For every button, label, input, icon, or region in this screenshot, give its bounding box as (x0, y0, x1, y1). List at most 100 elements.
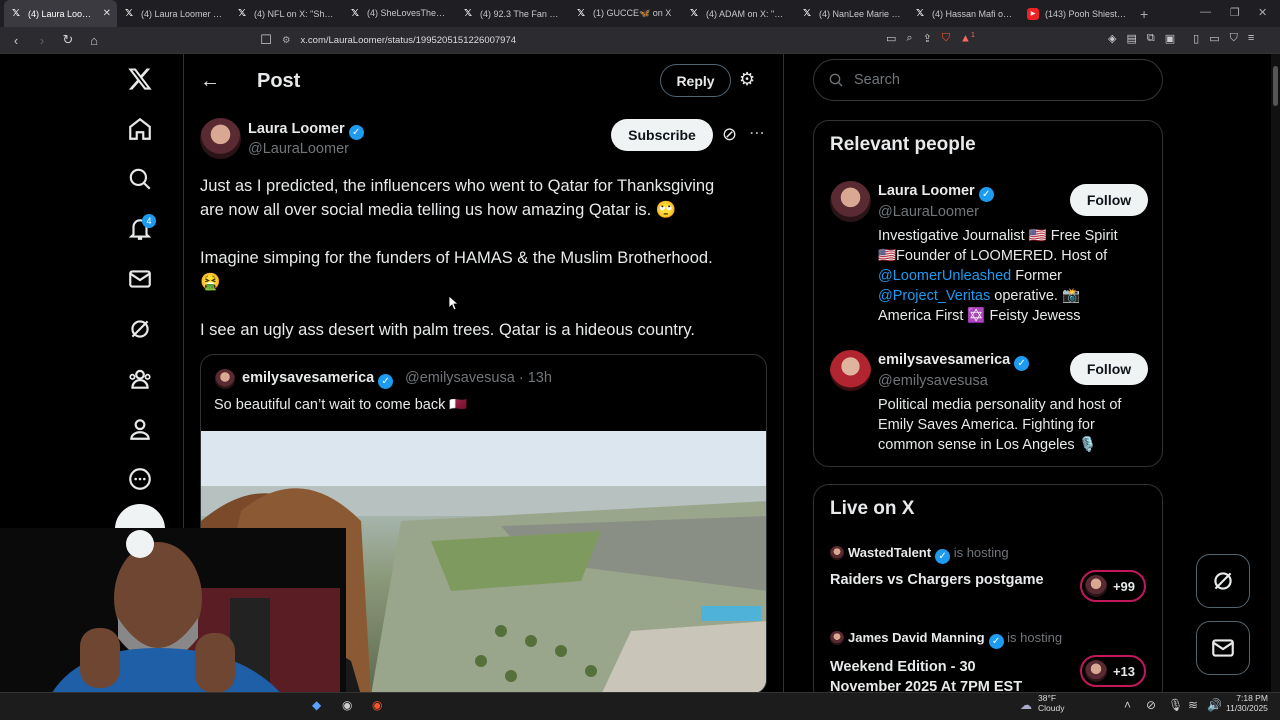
tray-icon[interactable]: ⊘ (1146, 698, 1156, 712)
browser-tab[interactable]: 𝕏 (4) 92.3 The Fan on X: " (456, 0, 569, 27)
system-clock[interactable]: 7:18 PM 11/30/2025 (1226, 693, 1268, 713)
minimize-window-icon[interactable]: — (1200, 6, 1211, 18)
relevant-person[interactable]: Laura Loomer ✓ @LauraLoomer Follow Invest… (830, 181, 1150, 331)
reply-settings-icon[interactable]: ⚙ (739, 69, 755, 90)
follow-button[interactable]: Follow (1070, 353, 1148, 385)
more-options-icon[interactable]: ⋯ (749, 123, 765, 143)
taskbar-app-icon[interactable]: ◆ (312, 698, 321, 712)
reader-icon[interactable]: ▤ (1126, 32, 1136, 45)
communities-icon[interactable] (112, 354, 168, 404)
microphone-icon[interactable]: 🎙 (1168, 698, 1183, 712)
restore-window-icon[interactable]: ❐ (1230, 6, 1240, 19)
taskbar-app-icon[interactable]: ◉ (342, 698, 352, 712)
close-tab-icon[interactable]: ✕ (103, 8, 111, 19)
person-name-text: emilysavesamerica (878, 352, 1011, 368)
host-name: James David Manning (848, 630, 985, 645)
page-scrollbar[interactable] (1271, 54, 1280, 694)
browser-tab[interactable]: 𝕏 (1) GUCCE🦋 on X (569, 0, 682, 27)
listener-count[interactable]: +99 (1080, 570, 1146, 602)
weather-widget[interactable]: 38°F Cloudy (1038, 693, 1064, 713)
back-arrow-icon[interactable]: ← (200, 70, 220, 93)
bio-line: @LoomerUnleashed Former (878, 266, 1150, 286)
site-info-icon[interactable]: ⚙ (282, 35, 291, 46)
browser-tab[interactable]: 𝕏 (4) NanLee Marie Caris (795, 0, 908, 27)
more-icon[interactable] (112, 454, 168, 504)
subscribe-button[interactable]: Subscribe (611, 119, 713, 151)
post-header: ← Post Reply ⚙ (184, 54, 783, 108)
browser-tab[interactable]: 𝕏 (4) Laura Loomer on X ✕ (4, 0, 117, 27)
scrollbar-thumb[interactable] (1273, 66, 1278, 106)
person-avatar[interactable] (830, 350, 871, 391)
profile-icon[interactable] (112, 404, 168, 454)
bookmark-icon[interactable]: ☐ (256, 32, 276, 48)
browser-tab[interactable]: 𝕏 (4) SheLovesThee 🔔 on (343, 0, 456, 27)
share-icon[interactable]: ⇪ (923, 32, 932, 45)
brave-taskbar-icon[interactable]: ◉ (372, 698, 382, 712)
live-host[interactable]: James David Manning ✓ is hosting (830, 630, 1062, 649)
live-title-line: Weekend Edition - 30 (830, 659, 976, 675)
author-avatar[interactable] (200, 118, 241, 159)
browser-tab[interactable]: 𝕏 (4) ADAM on X: "And th (682, 0, 795, 27)
mention-link[interactable]: @Project_Veritas (878, 288, 990, 304)
brave-rewards-icon[interactable]: ▲1 (960, 32, 975, 45)
quoted-author-handle: @emilysavesusa · 13h (405, 370, 552, 386)
explore-icon[interactable] (112, 154, 168, 204)
tab-title: (4) ADAM on X: "And th (706, 8, 789, 19)
left-navigation: 4 (112, 54, 170, 554)
reload-icon[interactable]: ↻ (58, 32, 78, 48)
host-avatar (830, 546, 844, 560)
live-host[interactable]: WastedTalent ✓ is hosting (830, 545, 1009, 564)
back-nav-icon[interactable]: ‹ (6, 33, 26, 48)
volume-icon[interactable]: 🔊 (1207, 698, 1222, 712)
relevant-person[interactable]: emilysavesamerica ✓ @emilysavesusa Follow… (830, 350, 1150, 460)
tray-expand-icon[interactable]: ˄ (1124, 698, 1131, 712)
bio-line: 🇺🇸Founder of LOOMERED. Host of (878, 248, 1108, 264)
puzzle-icon[interactable]: ⧉ (1147, 32, 1155, 45)
live-space-title[interactable]: Raiders vs Chargers postgame (830, 572, 1044, 588)
new-tab-button[interactable]: + (1140, 6, 1148, 22)
wifi-icon[interactable]: ≋ (1188, 698, 1198, 712)
browser-tab[interactable]: 𝕏 (4) NFL on X: "Shedeur (230, 0, 343, 27)
brave-shield-icon[interactable]: ⛉ (942, 32, 950, 45)
address-bar[interactable]: ⚙ x.com/LauraLoomer/status/1995205151226… (282, 31, 842, 50)
grok-explain-icon[interactable]: ⊘ (722, 124, 737, 145)
x-logo-icon[interactable] (112, 54, 168, 104)
browser-tab[interactable]: 𝕏 (4) Laura Loomer on X: "Jus (117, 0, 230, 27)
forward-nav-icon[interactable]: › (32, 33, 52, 48)
extensions-icon[interactable]: ◈ (1108, 32, 1116, 45)
reply-button[interactable]: Reply (660, 64, 731, 97)
notifications-icon[interactable]: 4 (112, 204, 168, 254)
sidebar-toggle-icon[interactable]: ▯ (1193, 32, 1199, 45)
person-avatar[interactable] (830, 181, 871, 222)
menu-icon[interactable]: ≡ (1248, 32, 1254, 45)
search-input[interactable]: Search (813, 59, 1163, 101)
browser-tab[interactable]: ▶ (143) Pooh Shiesty - D (1021, 0, 1134, 27)
listener-count[interactable]: +13 (1080, 655, 1146, 687)
wallet-icon[interactable]: ▭ (1209, 32, 1219, 45)
verified-badge-icon: ✓ (1014, 356, 1030, 371)
grok-icon[interactable] (112, 304, 168, 354)
cast-icon[interactable]: ▭ (886, 32, 896, 45)
host-name: WastedTalent (848, 545, 932, 560)
author-handle[interactable]: @LauraLoomer (248, 141, 349, 157)
live-space-title[interactable]: Weekend Edition - 30 November 2025 At 7PM… (830, 657, 1022, 697)
quoted-author-name: emilysavesamerica ✓ (242, 370, 394, 389)
author-name[interactable]: Laura Loomer ✓ (248, 121, 364, 140)
browser-tab[interactable]: 𝕏 (4) Hassan Mafi on X (908, 0, 1021, 27)
browser-toolbar: ‹ › ↻ ⌂ ☐ ⚙ x.com/LauraLoomer/status/199… (0, 27, 1280, 54)
messages-icon[interactable] (112, 254, 168, 304)
media-icon[interactable]: ▣ (1165, 32, 1175, 45)
follow-button[interactable]: Follow (1070, 184, 1148, 216)
home-icon[interactable] (112, 104, 168, 154)
mention-link[interactable]: @LoomerUnleashed (878, 268, 1011, 284)
bio-line: America First ✡️ Feisty Jewess (878, 308, 1081, 324)
close-window-icon[interactable]: ✕ (1258, 6, 1267, 19)
url-text: x.com/LauraLoomer/status/199520515122600… (300, 35, 517, 46)
zoom-icon[interactable]: ⌕ (906, 32, 912, 45)
home-nav-icon[interactable]: ⌂ (84, 33, 104, 48)
post-text-line: 🤮 (200, 273, 221, 291)
vpn-icon[interactable]: ⛉ (1230, 32, 1238, 45)
search-placeholder: Search (854, 72, 900, 88)
grok-fab-button[interactable] (1196, 554, 1250, 608)
messages-fab-button[interactable] (1196, 621, 1250, 675)
